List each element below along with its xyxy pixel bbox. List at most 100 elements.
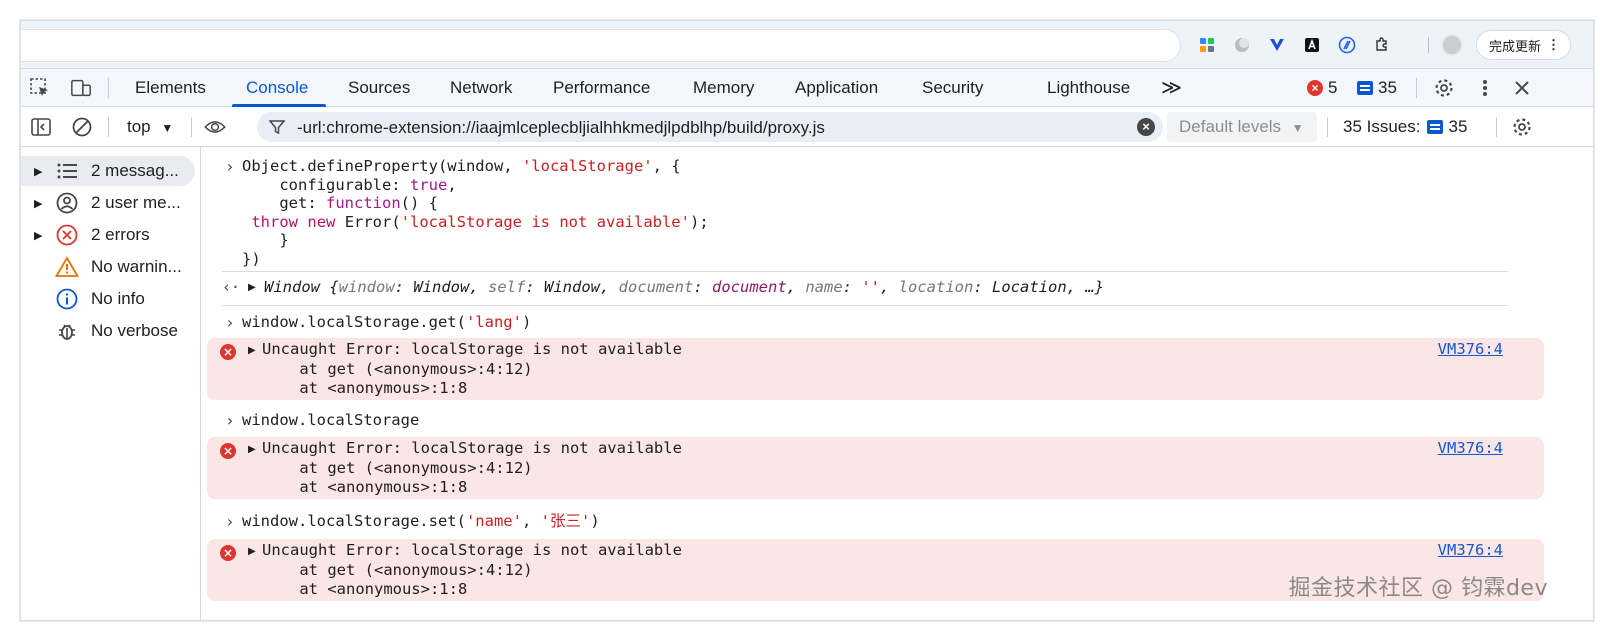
code-line: window.localStorage.set('name', '张三') xyxy=(242,512,600,530)
toolbar-divider xyxy=(1327,117,1328,137)
error-icon: × xyxy=(220,443,236,459)
filter-input[interactable]: -url:chrome-extension://iaajmlceplecblji… xyxy=(257,112,1163,142)
toolbar-divider xyxy=(1496,117,1497,137)
tab-elements[interactable]: Elements xyxy=(135,69,206,107)
source-link[interactable]: VM376:4 xyxy=(1438,340,1503,358)
update-button[interactable]: 完成更新 ⋮ xyxy=(1476,30,1572,60)
devtools-tabbar: Elements Console Sources Network Perform… xyxy=(21,69,1593,107)
sidebar-item-messages[interactable]: ▶ 2 messag... xyxy=(21,156,195,186)
device-toolbar-icon[interactable] xyxy=(70,77,92,99)
info-icon xyxy=(55,287,79,311)
message-counter[interactable]: 35 xyxy=(1357,78,1397,97)
more-tabs-icon[interactable]: ≫ xyxy=(1161,69,1182,107)
expand-arrow-icon[interactable]: ▶ xyxy=(34,165,42,178)
context-label: top xyxy=(127,117,151,136)
code-line: window.localStorage xyxy=(242,411,420,429)
expand-arrow-icon[interactable]: ▶ xyxy=(248,444,256,455)
expand-arrow-icon[interactable]: ▶ xyxy=(34,229,42,242)
entry-divider xyxy=(222,271,1508,272)
profile-avatar[interactable] xyxy=(1441,34,1463,56)
sidebar-toggle-icon[interactable] xyxy=(30,116,52,138)
clear-filter-icon[interactable]: × xyxy=(1137,118,1155,136)
sidebar-item-user-messages[interactable]: ▶ 2 user me... xyxy=(21,188,195,218)
settings-gear-icon[interactable] xyxy=(1433,77,1455,99)
v-logo-icon[interactable] xyxy=(1267,35,1287,55)
live-expression-eye-icon[interactable] xyxy=(204,116,226,138)
a-box-icon[interactable] xyxy=(1302,35,1322,55)
message-icon xyxy=(1357,81,1373,95)
source-link[interactable]: VM376:4 xyxy=(1438,439,1503,457)
issues-counter[interactable]: 35 Issues: 35 xyxy=(1343,117,1467,137)
result-arrow-icon: ‹· xyxy=(222,278,241,296)
screenshot-page: 完成更新 ⋮ Elements Console Sources Network … xyxy=(0,0,1614,641)
input-prompt-icon: › xyxy=(225,313,235,332)
console-settings-gear-icon[interactable] xyxy=(1511,116,1533,138)
error-icon: × xyxy=(220,344,236,360)
code-line: window.localStorage.get('lang') xyxy=(242,313,532,331)
tab-sources[interactable]: Sources xyxy=(348,69,410,107)
tab-console[interactable]: Console xyxy=(231,69,327,107)
tab-performance[interactable]: Performance xyxy=(553,69,650,107)
address-bar[interactable] xyxy=(21,29,1181,62)
log-levels-dropdown[interactable]: Default levels ▼ xyxy=(1167,112,1317,142)
error-entry[interactable]: × ▶ Uncaught Error: localStorage is not … xyxy=(207,437,1544,499)
close-icon[interactable] xyxy=(1511,77,1533,99)
sidebar-item-label: No warnin... xyxy=(91,257,182,276)
window-object-preview: Window {window: Window, self: Window, do… xyxy=(264,278,1104,296)
inspect-element-icon[interactable] xyxy=(29,77,51,99)
error-message: Uncaught Error: localStorage is not avai… xyxy=(262,340,682,397)
update-button-label: 完成更新 xyxy=(1489,38,1542,54)
user-icon xyxy=(55,191,79,215)
more-menu-icon[interactable]: ⋮ xyxy=(1547,37,1560,53)
console-output[interactable]: › Object.defineProperty(window, 'localSt… xyxy=(202,147,1593,620)
warning-icon xyxy=(55,255,79,279)
issues-icon xyxy=(1426,120,1443,134)
levels-label: Default levels xyxy=(1179,117,1282,136)
expand-arrow-icon[interactable]: ▶ xyxy=(248,282,256,293)
error-icon: × xyxy=(1307,80,1323,96)
extensions-icon[interactable] xyxy=(1372,35,1392,55)
context-selector[interactable]: top ▼ xyxy=(127,117,173,137)
dropdown-arrow-icon: ▼ xyxy=(1291,121,1304,135)
tab-memory[interactable]: Memory xyxy=(693,69,754,107)
tab-network[interactable]: Network xyxy=(450,69,512,107)
error-counter[interactable]: × 5 xyxy=(1307,78,1337,97)
source-link[interactable]: VM376:4 xyxy=(1438,541,1503,559)
input-prompt-icon: › xyxy=(225,512,235,531)
sidebar-item-label: No verbose xyxy=(91,321,178,340)
sidebar-item-verbose[interactable]: No verbose xyxy=(21,316,195,346)
filter-icon xyxy=(269,120,285,135)
sidebar-item-errors[interactable]: ▶ 2 errors xyxy=(21,220,195,250)
entry-divider xyxy=(222,305,1508,306)
clear-console-icon[interactable] xyxy=(71,116,93,138)
filter-value: -url:chrome-extension://iaajmlceplecblji… xyxy=(297,118,825,137)
console-toolbar: top ▼ -url:chrome-extension://iaajmlcepl… xyxy=(21,107,1593,147)
toolbar-divider xyxy=(108,117,109,137)
expand-arrow-icon[interactable]: ▶ xyxy=(248,546,256,557)
sidebar-item-label: 2 errors xyxy=(91,225,150,244)
tab-application[interactable]: Application xyxy=(795,69,878,107)
issues-label: 35 Issues: xyxy=(1343,117,1421,136)
sidebar-item-warnings[interactable]: No warnin... xyxy=(21,252,195,282)
sidebar-item-info[interactable]: No info xyxy=(21,284,195,314)
code-block: Object.defineProperty(window, 'localStor… xyxy=(242,157,709,268)
toolbar-divider xyxy=(191,117,192,137)
error-entry[interactable]: × ▶ Uncaught Error: localStorage is not … xyxy=(207,338,1544,400)
moon-icon[interactable] xyxy=(1232,35,1252,55)
error-message: Uncaught Error: localStorage is not avai… xyxy=(262,439,682,496)
sidebar-item-label: 2 user me... xyxy=(91,193,181,212)
expand-arrow-icon[interactable]: ▶ xyxy=(34,197,42,210)
dropdown-arrow-icon: ▼ xyxy=(161,121,174,135)
d-circle-icon[interactable] xyxy=(1337,35,1357,55)
input-prompt-icon: › xyxy=(225,411,235,430)
tab-divider xyxy=(1416,78,1417,98)
tab-lighthouse[interactable]: Lighthouse xyxy=(1047,69,1130,107)
sidebar-item-label: No info xyxy=(91,289,145,308)
expand-arrow-icon[interactable]: ▶ xyxy=(248,345,256,356)
toolbar-divider xyxy=(1428,37,1429,53)
browser-toolbar: 完成更新 ⋮ xyxy=(21,21,1593,69)
puzzle-grid-icon[interactable] xyxy=(1197,35,1217,55)
watermark: 掘金技术社区 @ 钧霖dev xyxy=(1288,576,1548,601)
kebab-menu-icon[interactable] xyxy=(1474,77,1496,99)
tab-security[interactable]: Security xyxy=(922,69,983,107)
